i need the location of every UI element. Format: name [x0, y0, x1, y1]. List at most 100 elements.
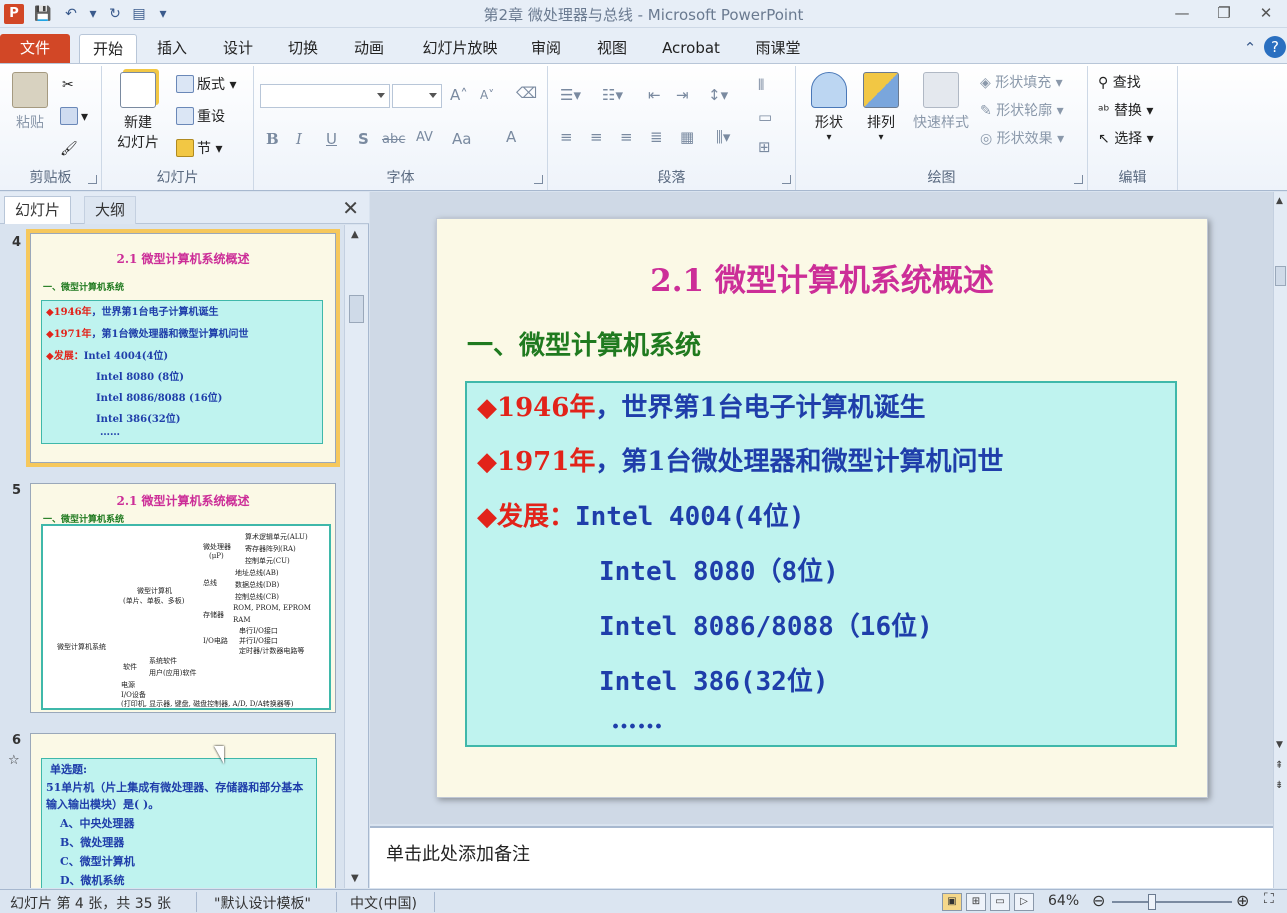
quick-styles-button[interactable]: 快速样式: [908, 72, 974, 132]
replace-button[interactable]: ᵃᵇ 替换 ▾: [1098, 100, 1153, 122]
change-case-button[interactable]: Aa: [452, 130, 471, 148]
tab-slideshow[interactable]: 幻灯片放映: [412, 34, 508, 63]
fit-to-window-icon[interactable]: ⛶: [1264, 891, 1274, 907]
layout-button[interactable]: 版式 ▾: [176, 74, 236, 96]
slide-subtitle[interactable]: 一、微型计算机系统: [467, 325, 701, 362]
line-spacing-icon[interactable]: ↕▾: [708, 86, 728, 104]
scrollbar-thumb[interactable]: [349, 295, 364, 323]
shape-fill-button[interactable]: ◈ 形状填充 ▾: [980, 72, 1063, 94]
restore-button[interactable]: ❐: [1210, 2, 1238, 24]
reading-view-icon[interactable]: ▭: [990, 893, 1010, 911]
shrink-font-icon[interactable]: A˅: [480, 88, 494, 102]
columns-icon[interactable]: ⫼▾: [716, 128, 730, 146]
grow-font-icon[interactable]: A˄: [450, 86, 468, 104]
zoom-slider-thumb[interactable]: [1148, 894, 1156, 910]
scroll-down-icon[interactable]: ▼: [1276, 740, 1283, 750]
text-direction-icon[interactable]: ⫴: [758, 76, 764, 94]
editor-scrollbar[interactable]: ▲ ▼ ⇞ ⇟: [1273, 192, 1287, 888]
copy-button[interactable]: ▾: [60, 106, 88, 128]
notes-placeholder[interactable]: 单击此处添加备注: [386, 840, 530, 866]
tab-review[interactable]: 审阅: [524, 34, 568, 63]
slide-thumbnail-6[interactable]: 单选题: 51单片机（片上集成有微处理器、存储器和部分基本输入输出模块）是( )…: [30, 733, 336, 888]
clear-format-icon[interactable]: ⌫: [516, 84, 537, 102]
align-text-icon[interactable]: ▭: [758, 108, 772, 126]
tab-design[interactable]: 设计: [216, 34, 260, 63]
bold-button[interactable]: B: [266, 130, 279, 148]
smartart-icon[interactable]: ⊞: [758, 138, 771, 156]
paragraph-launcher-icon[interactable]: [782, 175, 791, 184]
underline-button[interactable]: U: [326, 130, 337, 148]
scroll-up-icon[interactable]: ▲: [351, 229, 359, 240]
strikethrough-button[interactable]: abc: [382, 132, 405, 147]
font-launcher-icon[interactable]: [534, 175, 543, 184]
minimize-ribbon-icon[interactable]: ⌃: [1240, 34, 1260, 63]
tab-acrobat[interactable]: Acrobat: [654, 34, 728, 63]
clipboard-launcher-icon[interactable]: [88, 175, 97, 184]
numbering-icon[interactable]: ☷▾: [602, 86, 623, 104]
layout-icon: [176, 75, 194, 93]
bullets-icon[interactable]: ☰▾: [560, 86, 581, 104]
increase-indent-icon[interactable]: ⇥: [676, 86, 689, 104]
tab-home[interactable]: 开始: [79, 34, 137, 63]
drawing-launcher-icon[interactable]: [1074, 175, 1083, 184]
tab-transitions[interactable]: 切换: [281, 34, 325, 63]
tab-outline-pane[interactable]: 大纲: [84, 196, 137, 224]
shapes-button[interactable]: 形状 ▾: [806, 72, 852, 143]
minimize-button[interactable]: —: [1168, 2, 1196, 24]
slide-title[interactable]: 2.1 微型计算机系统概述: [437, 255, 1207, 300]
next-slide-icon[interactable]: ⇟: [1275, 780, 1283, 791]
cut-button[interactable]: ✂: [62, 74, 74, 96]
scrollbar-thumb[interactable]: [1275, 266, 1286, 286]
notes-pane[interactable]: 单击此处添加备注: [370, 826, 1273, 888]
normal-view-icon[interactable]: ▣: [942, 893, 962, 911]
reset-button[interactable]: 重设: [176, 106, 225, 128]
shadow-button[interactable]: S: [358, 130, 369, 148]
font-size-combo[interactable]: [392, 84, 442, 108]
slide-sorter-icon[interactable]: ⊞: [966, 893, 986, 911]
previous-slide-icon[interactable]: ⇞: [1275, 760, 1283, 771]
align-center-icon[interactable]: ≡: [590, 128, 603, 146]
thumbnails-scrollbar[interactable]: ▲ ▼: [344, 225, 368, 888]
arrange-button[interactable]: 排列 ▾: [858, 72, 904, 143]
binoculars-icon: ⚲: [1098, 75, 1113, 91]
language-status[interactable]: 中文(中国): [350, 893, 417, 913]
paste-button[interactable]: 粘贴: [6, 72, 54, 132]
zoom-level[interactable]: 64%: [1048, 893, 1079, 909]
help-icon[interactable]: ?: [1264, 36, 1286, 58]
scroll-up-icon[interactable]: ▲: [1276, 196, 1283, 206]
justify-icon[interactable]: ≣: [650, 128, 663, 146]
zoom-in-icon[interactable]: ⊕: [1236, 891, 1249, 910]
slide-thumbnail-5[interactable]: 2.1 微型计算机系统概述 一、微型计算机系统 微型计算机系统 微型计算机 (单…: [30, 483, 336, 713]
theme-status[interactable]: "默认设计模板": [214, 893, 311, 913]
font-name-combo[interactable]: [260, 84, 390, 108]
char-spacing-button[interactable]: AV: [416, 130, 433, 145]
zoom-out-icon[interactable]: ⊖: [1092, 891, 1105, 910]
shape-effects-button[interactable]: ◎ 形状效果 ▾: [980, 128, 1064, 150]
select-button[interactable]: ↖ 选择 ▾: [1098, 128, 1154, 150]
decrease-indent-icon[interactable]: ⇤: [648, 86, 661, 104]
align-left-icon[interactable]: ≡: [560, 128, 573, 146]
slide-thumbnail-4[interactable]: 2.1 微型计算机系统概述 一、微型计算机系统 ◆1946年，世界第1台电子计算…: [26, 229, 340, 467]
font-color-button[interactable]: A: [506, 128, 516, 146]
tab-animations[interactable]: 动画: [347, 34, 391, 63]
close-button[interactable]: ✕: [1252, 2, 1280, 24]
current-slide[interactable]: 2.1 微型计算机系统概述 一、微型计算机系统 ◆1946年，世界第1台电子计算…: [436, 218, 1208, 798]
shape-outline-button[interactable]: ✎ 形状轮廓 ▾: [980, 100, 1064, 122]
tab-slides-pane[interactable]: 幻灯片: [4, 196, 72, 224]
tab-view[interactable]: 视图: [590, 34, 634, 63]
scroll-down-icon[interactable]: ▼: [351, 873, 359, 884]
new-slide-button[interactable]: 新建 幻灯片: [108, 72, 168, 152]
tab-file[interactable]: 文件: [0, 34, 70, 63]
slide-content-box[interactable]: ◆1946年，世界第1台电子计算机诞生 ◆1971年，第1台微处理器和微型计算机…: [465, 381, 1177, 747]
tab-rainclassroom[interactable]: 雨课堂: [748, 34, 808, 63]
distribute-icon[interactable]: ▦: [680, 128, 694, 146]
italic-button[interactable]: I: [296, 130, 302, 148]
close-pane-icon[interactable]: ✕: [342, 196, 359, 220]
section-button[interactable]: 节 ▾: [176, 138, 222, 160]
align-right-icon[interactable]: ≡: [620, 128, 633, 146]
find-button[interactable]: ⚲ 查找: [1098, 72, 1141, 94]
slideshow-view-icon[interactable]: ▷: [1014, 893, 1034, 911]
tab-insert[interactable]: 插入: [150, 34, 194, 63]
format-painter-button[interactable]: 🖌: [60, 138, 78, 160]
zoom-slider[interactable]: [1112, 901, 1232, 903]
